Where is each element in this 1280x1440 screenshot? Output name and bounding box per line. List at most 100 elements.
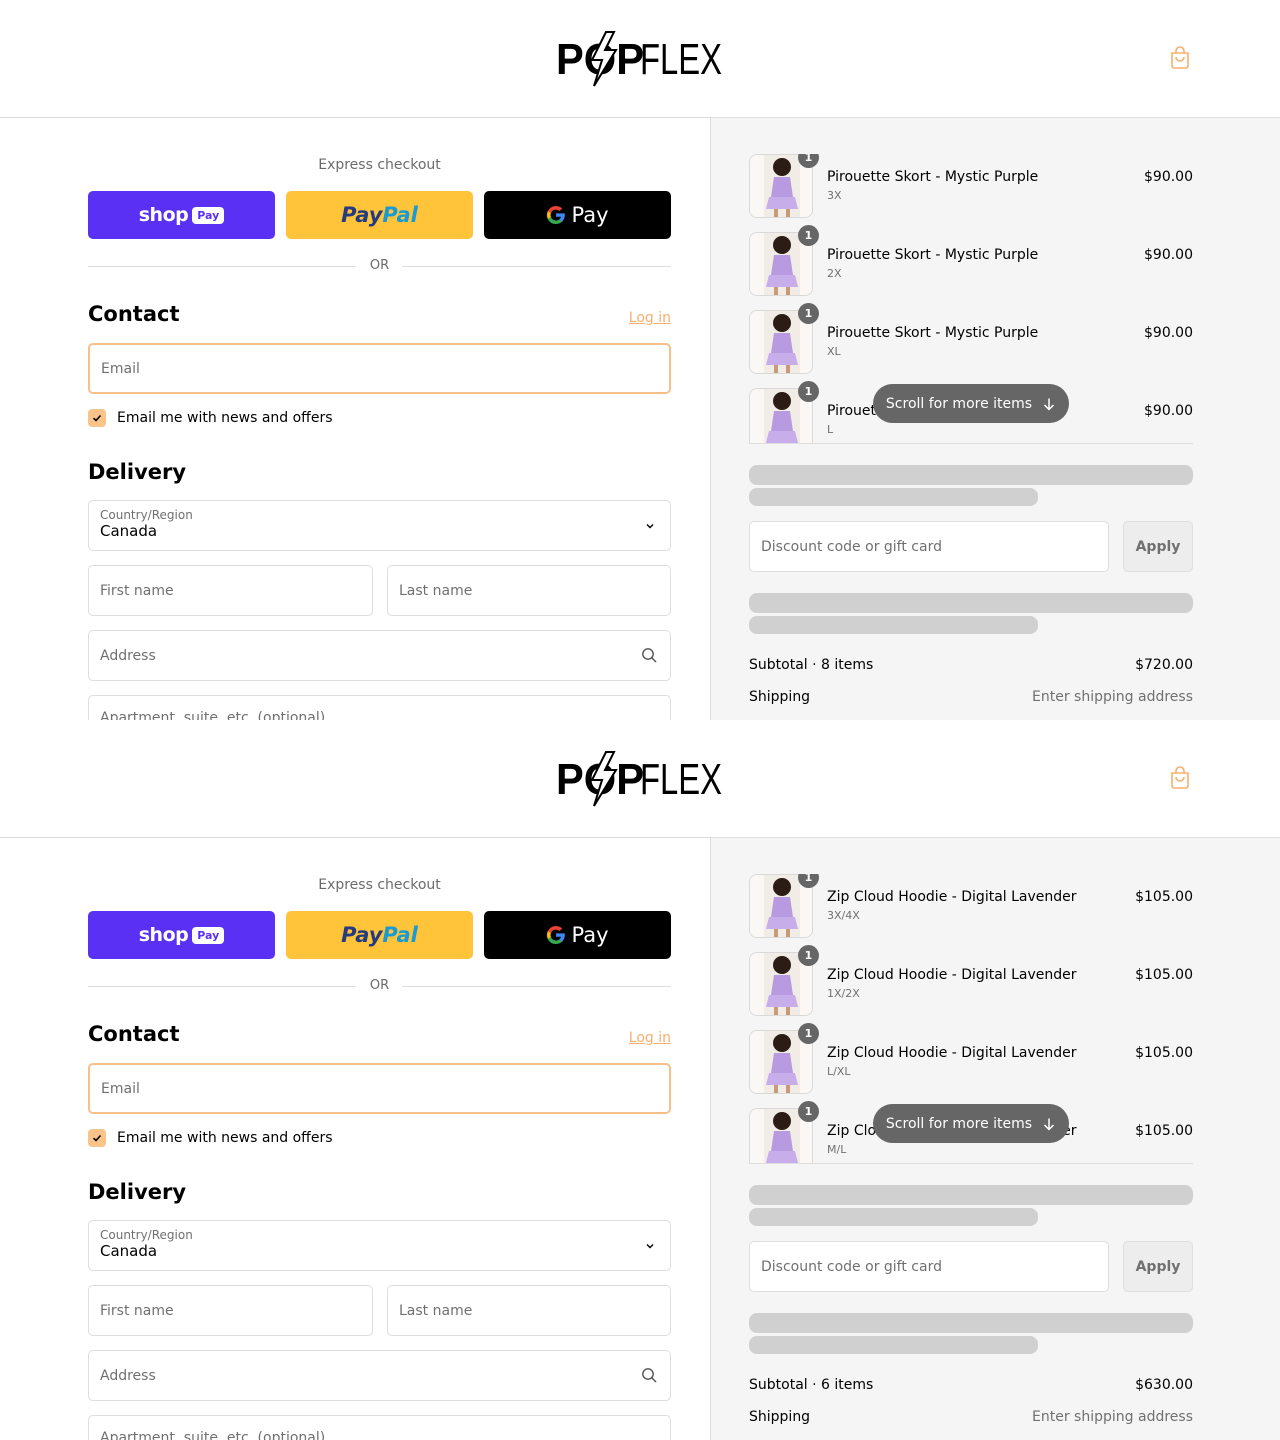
- apartment-placeholder: Apartment, suite, etc. (optional): [100, 710, 326, 720]
- apartment-field[interactable]: Apartment, suite, etc. (optional): [88, 695, 671, 720]
- search-icon: [642, 1368, 657, 1383]
- popflex-logo[interactable]: POP FLEX: [556, 748, 724, 808]
- paypal-button[interactable]: Pay Pal: [286, 911, 473, 959]
- loading-placeholder: [749, 1313, 1193, 1333]
- quantity-badge: 1: [798, 225, 819, 246]
- apply-discount-button[interactable]: Apply: [1123, 1241, 1193, 1292]
- apartment-field[interactable]: Apartment, suite, etc. (optional): [88, 1415, 671, 1440]
- shop-pay-pill: Pay: [192, 926, 225, 944]
- shop-pay-button[interactable]: shop Pay: [88, 191, 275, 239]
- or-divider: OR: [88, 257, 671, 277]
- product-price: $105.00: [1135, 1045, 1193, 1061]
- newsletter-option[interactable]: Email me with news and offers: [88, 409, 333, 427]
- product-name: Pirouette Skort - Mystic Purple: [827, 247, 1039, 263]
- popflex-logo[interactable]: POP FLEX: [556, 28, 724, 88]
- address-field[interactable]: Address: [88, 1350, 671, 1401]
- checkout-screen: POP FLEX Express checkout shop Pay PayPa…: [0, 720, 1280, 1440]
- subtotal-row: Subtotal · 6 items $630.00: [749, 1377, 1193, 1393]
- or-divider: OR: [88, 977, 671, 997]
- google-pay-button[interactable]: Pay: [484, 191, 671, 239]
- loading-placeholder: [749, 1336, 1038, 1354]
- shopping-bag-icon[interactable]: [1169, 766, 1191, 790]
- line-item: 1 Zip Cloud Hoodie - Digital Lavender L/…: [749, 1021, 1193, 1094]
- discount-code-field[interactable]: Discount code or gift card: [749, 1241, 1109, 1292]
- line-item: 1 Zip Cloud Hoodie - Digital Lavender 3X…: [749, 874, 1193, 938]
- paypal-wordmark-pay: Pay: [341, 203, 383, 227]
- last-name-placeholder: Last name: [399, 582, 473, 599]
- last-name-field[interactable]: Last name: [387, 565, 671, 616]
- shop-pay-pill: Pay: [192, 206, 225, 224]
- delivery-heading: Delivery: [88, 1180, 187, 1204]
- checkout-form: Express checkout shop Pay Pay Pal Pay OR…: [0, 118, 710, 720]
- quantity-badge: 1: [798, 945, 819, 966]
- shipping-row: Shipping Enter shipping address: [749, 689, 1193, 705]
- product-name: Zip Cloud Hoodie - Digital Lavender: [827, 889, 1077, 905]
- loading-placeholder: [749, 616, 1038, 634]
- address-field[interactable]: Address: [88, 630, 671, 681]
- contact-heading: Contact: [88, 1022, 180, 1046]
- paypal-wordmark-pal: Pal: [382, 923, 418, 947]
- discount-placeholder: Discount code or gift card: [761, 1258, 942, 1275]
- first-name-placeholder: First name: [100, 1302, 174, 1319]
- newsletter-label: Email me with news and offers: [117, 1130, 333, 1146]
- newsletter-checkbox[interactable]: [88, 409, 106, 427]
- google-pay-wordmark: Pay: [571, 203, 609, 227]
- google-g-icon: [547, 925, 566, 945]
- checkout-form: Express checkout shop Pay Pay Pal Pay OR…: [0, 838, 710, 1440]
- loading-placeholder: [749, 1208, 1038, 1226]
- loading-placeholder: [749, 1185, 1193, 1205]
- email-field[interactable]: Email: [88, 343, 671, 394]
- scroll-for-more-button[interactable]: Scroll for more items: [873, 384, 1069, 423]
- paypal-button[interactable]: Pay Pal: [286, 191, 473, 239]
- subtotal-value: $720.00: [1135, 657, 1193, 673]
- contact-heading: Contact: [88, 302, 180, 326]
- product-variant: 3X/4X: [827, 909, 860, 922]
- country-select[interactable]: Country/Region Canada: [88, 1220, 671, 1271]
- product-price: $105.00: [1135, 1123, 1193, 1139]
- shipping-value: Enter shipping address: [1032, 1409, 1193, 1425]
- address-placeholder: Address: [100, 1367, 156, 1384]
- shop-pay-wordmark: shop: [138, 924, 189, 946]
- country-select[interactable]: Country/Region Canada: [88, 500, 671, 551]
- first-name-field[interactable]: First name: [88, 565, 373, 616]
- newsletter-label: Email me with news and offers: [117, 410, 333, 426]
- arrow-down-icon: [1044, 1118, 1055, 1131]
- order-summary: 1 Pirouette Skort - Mystic Purple 3X $90…: [710, 118, 1280, 720]
- login-link[interactable]: Log in: [629, 1030, 671, 1046]
- site-header: POP FLEX: [0, 720, 1280, 838]
- product-variant: M/L: [827, 1143, 847, 1156]
- scroll-for-more-button[interactable]: Scroll for more items: [873, 1104, 1069, 1143]
- first-name-field[interactable]: First name: [88, 1285, 373, 1336]
- product-name: Pirouette Skort - Mystic Purple: [827, 325, 1039, 341]
- quantity-badge: 1: [798, 381, 819, 402]
- express-checkout-label: Express checkout: [318, 877, 441, 893]
- loading-placeholder: [749, 488, 1038, 506]
- address-placeholder: Address: [100, 647, 156, 664]
- scroll-hint-label: Scroll for more items: [885, 395, 1033, 412]
- product-name: Pirouette Skort - Mystic Purple: [827, 169, 1039, 185]
- subtotal-row: Subtotal · 8 items $720.00: [749, 657, 1193, 673]
- newsletter-checkbox[interactable]: [88, 1129, 106, 1147]
- google-pay-button[interactable]: Pay: [484, 911, 671, 959]
- shop-pay-button[interactable]: shop Pay: [88, 911, 275, 959]
- express-checkout-label: Express checkout: [318, 157, 441, 173]
- quantity-badge: 1: [798, 303, 819, 324]
- shopping-bag-icon[interactable]: [1169, 46, 1191, 70]
- discount-code-field[interactable]: Discount code or gift card: [749, 521, 1109, 572]
- email-placeholder: Email: [101, 1080, 140, 1097]
- country-value: Canada: [100, 1242, 158, 1260]
- email-placeholder: Email: [101, 360, 140, 377]
- newsletter-option[interactable]: Email me with news and offers: [88, 1129, 333, 1147]
- site-header: POP FLEX: [0, 0, 1280, 118]
- email-field[interactable]: Email: [88, 1063, 671, 1114]
- discount-placeholder: Discount code or gift card: [761, 538, 942, 555]
- line-item: 1 Pirouette Skort - Mystic Purple XL $90…: [749, 301, 1193, 374]
- country-label: Country/Region: [100, 1228, 193, 1242]
- svg-text:FLEX: FLEX: [640, 755, 722, 804]
- product-variant: L: [827, 423, 834, 436]
- login-link[interactable]: Log in: [629, 310, 671, 326]
- apartment-placeholder: Apartment, suite, etc. (optional): [100, 1430, 326, 1440]
- apply-discount-button[interactable]: Apply: [1123, 521, 1193, 572]
- last-name-field[interactable]: Last name: [387, 1285, 671, 1336]
- scroll-hint-label: Scroll for more items: [885, 1115, 1033, 1132]
